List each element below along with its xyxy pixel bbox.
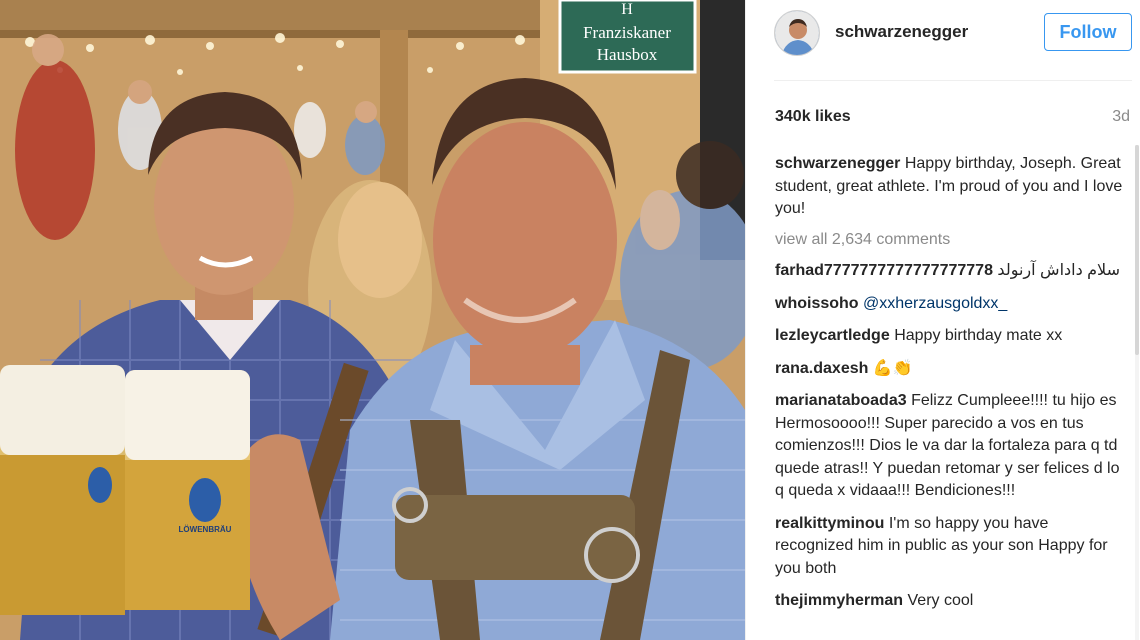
sign-top-text: H <box>621 1 633 18</box>
follow-button[interactable]: Follow <box>1044 13 1132 51</box>
post-photo[interactable]: H Franziskaner Hausbox LÖWENBRÄU <box>0 0 745 640</box>
list-item: rana.daxesh 💪👏 <box>775 358 1125 381</box>
list-item: whoissoho @xxherzausgoldxx_ <box>775 293 1125 316</box>
list-item: realkittyminou I'm so happy you have rec… <box>775 513 1125 581</box>
list-item: marianataboada3 Felizz Cumpleee!!!! tu h… <box>775 390 1125 503</box>
caption-author[interactable]: schwarzenegger <box>775 155 900 172</box>
post-header: schwarzenegger Follow <box>746 0 1140 80</box>
avatar[interactable] <box>774 10 820 56</box>
caption: schwarzenegger Happy birthday, Joseph. G… <box>775 153 1125 221</box>
comment-text: 💪👏 <box>872 359 913 377</box>
list-item: thejimmyherman Very cool <box>775 590 1125 613</box>
comment-author[interactable]: lezleycartledge <box>775 327 890 344</box>
photo-illustration: H Franziskaner Hausbox LÖWENBRÄU <box>0 0 745 640</box>
comment-author[interactable]: realkittyminou <box>775 515 884 532</box>
comment-author[interactable]: thejimmyherman <box>775 592 903 609</box>
username[interactable]: schwarzenegger <box>835 22 968 42</box>
comment-author[interactable]: farhad7777777777777777778 <box>775 262 993 279</box>
beer-stein-left <box>0 365 125 615</box>
stein-logo-text: LÖWENBRÄU <box>179 525 232 534</box>
list-item: lezleycartledge Happy birthday mate xx <box>775 325 1125 348</box>
likes-count[interactable]: 340k likes <box>775 108 851 126</box>
comments-list: schwarzenegger Happy birthday, Joseph. G… <box>775 153 1125 623</box>
header-divider <box>774 80 1132 81</box>
comment-author[interactable]: rana.daxesh <box>775 360 868 377</box>
post-sidebar: schwarzenegger Follow 340k likes 3d schw… <box>745 0 1140 640</box>
sign-text-line1: Franziskaner <box>583 23 671 42</box>
post-timestamp[interactable]: 3d <box>1112 108 1130 126</box>
comments-scrollbar-thumb[interactable] <box>1135 145 1139 355</box>
beer-stein-right: LÖWENBRÄU <box>125 370 250 610</box>
comment-author[interactable]: marianataboada3 <box>775 392 907 409</box>
comment-text: سلام داداش آرنولد <box>997 262 1121 279</box>
avatar-icon <box>775 11 819 55</box>
sign-text-line2: Hausbox <box>597 45 658 64</box>
list-item: farhad7777777777777777778 سلام داداش آرن… <box>775 260 1125 283</box>
view-all-comments-link[interactable]: view all 2,634 comments <box>775 229 1125 252</box>
comment-text: Happy birthday mate xx <box>894 327 1063 344</box>
comment-text: Very cool <box>907 592 974 609</box>
comment-mention[interactable]: @xxherzausgoldxx_ <box>863 295 1007 312</box>
comment-author[interactable]: whoissoho <box>775 295 859 312</box>
